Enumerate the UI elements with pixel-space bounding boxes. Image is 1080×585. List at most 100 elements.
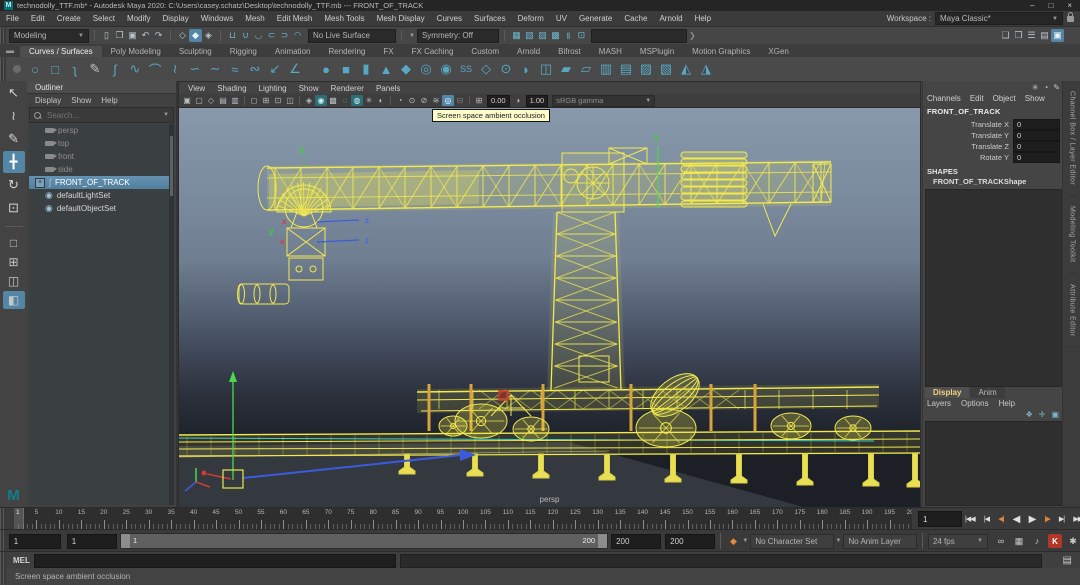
outliner-item-side[interactable]: side: [29, 163, 174, 176]
nurbs-circle-icon[interactable]: ○: [25, 59, 45, 79]
range-start-handle[interactable]: [121, 534, 130, 548]
viewport-menu-show[interactable]: Show: [294, 84, 324, 93]
resolution-gate-icon[interactable]: ⊡: [272, 95, 284, 106]
menu-windows[interactable]: Windows: [195, 14, 239, 23]
shadows-icon[interactable]: ◐: [375, 95, 387, 106]
menu-file[interactable]: File: [0, 14, 25, 23]
untrim-icon[interactable]: ▨: [636, 59, 656, 79]
mute-audio-icon[interactable]: ♪: [1030, 534, 1044, 548]
play-backwards-button[interactable]: ◀: [1013, 514, 1020, 525]
new-layer-selected-icon[interactable]: ✛: [1039, 410, 1046, 419]
textured-icon[interactable]: ▩: [327, 95, 339, 106]
field-expand-icon[interactable]: ❯: [689, 31, 696, 40]
ipr-render-icon[interactable]: ▩: [549, 29, 562, 42]
outliner-scrollbar[interactable]: [169, 124, 174, 505]
menu-help[interactable]: Help: [689, 14, 717, 23]
film-gate-icon[interactable]: ◫: [284, 95, 296, 106]
use-default-material-icon[interactable]: ◌: [339, 95, 351, 106]
help-line-grip[interactable]: [0, 568, 6, 585]
outliner-item-defaultlightset[interactable]: ◉defaultLightSet: [29, 189, 174, 202]
menu-modify[interactable]: Modify: [121, 14, 157, 23]
outliner-item-front[interactable]: front: [29, 150, 174, 163]
layer-menu-help[interactable]: Help: [999, 399, 1015, 408]
channel-attr-value[interactable]: 0: [1013, 130, 1060, 141]
step-back-key-button[interactable]: ◀|: [998, 515, 1003, 523]
shape-node-name[interactable]: FRONT_OF_TRACKShape: [933, 177, 1026, 186]
script-editor-icon[interactable]: ▤: [1063, 555, 1072, 566]
polygon-plane-icon[interactable]: ◆: [396, 59, 416, 79]
polygon-torus-icon[interactable]: ◎: [416, 59, 436, 79]
move-layer-icon[interactable]: ▣: [1051, 410, 1059, 419]
polygon-cone-icon[interactable]: ▲: [376, 59, 396, 79]
playback-start-field[interactable]: 1: [67, 534, 117, 549]
shelf-tab-xgen[interactable]: XGen: [759, 46, 797, 57]
lighting-icon[interactable]: ✳: [363, 95, 375, 106]
maximize-button[interactable]: □: [1048, 1, 1053, 10]
command-line-grip[interactable]: [0, 552, 6, 569]
clip-icon[interactable]: ▦: [1012, 534, 1026, 548]
channel-menu-object[interactable]: Object: [993, 94, 1016, 103]
pause-icon[interactable]: ‖: [562, 29, 575, 42]
menu-uv[interactable]: UV: [550, 14, 573, 23]
viewport-menu-renderer[interactable]: Renderer: [326, 84, 369, 93]
planar-icon[interactable]: ◗: [516, 59, 536, 79]
viewport-menu-shading[interactable]: Shading: [212, 84, 251, 93]
fog-icon[interactable]: ≋: [430, 95, 442, 106]
field-chart-icon[interactable]: ⊞: [260, 95, 272, 106]
outliner-item-top[interactable]: top: [29, 137, 174, 150]
set-key-icon[interactable]: ◆: [726, 534, 740, 548]
snap-point-icon[interactable]: ◡: [252, 29, 265, 42]
channel-channel-speed-icon[interactable]: ◔: [1043, 83, 1048, 92]
birail-icon[interactable]: ▰: [556, 59, 576, 79]
status-line-grip[interactable]: [0, 27, 6, 44]
three-point-arc-icon[interactable]: ⌒: [145, 59, 165, 79]
step-forward-key-button[interactable]: |▶: [1045, 515, 1050, 523]
outliner-menu-help[interactable]: Help: [101, 96, 117, 105]
layer-menu-options[interactable]: Options: [961, 399, 989, 408]
extend-curve-icon[interactable]: ≈: [225, 59, 245, 79]
channel-channel-stats-icon[interactable]: ✳: [1032, 83, 1039, 92]
polygon-cube-icon[interactable]: ■: [336, 59, 356, 79]
select-component-icon[interactable]: ◈: [202, 29, 215, 42]
menu-display[interactable]: Display: [157, 14, 195, 23]
revolve-icon[interactable]: ◇: [476, 59, 496, 79]
shelf-grip[interactable]: [0, 57, 6, 81]
menu-mesh-display[interactable]: Mesh Display: [371, 14, 431, 23]
stitch-icon[interactable]: ◮: [696, 59, 716, 79]
go-to-start-button[interactable]: |◀◀: [965, 515, 975, 523]
open-scene-icon[interactable]: ❐: [113, 29, 126, 42]
snap-view-plane-icon[interactable]: ⊃: [278, 29, 291, 42]
select-tool-box-icon[interactable]: ⊡: [575, 29, 588, 42]
lock-camera-icon[interactable]: ▢: [193, 95, 205, 106]
menu-mesh[interactable]: Mesh: [239, 14, 271, 23]
outliner-search[interactable]: ▼: [29, 107, 174, 123]
channel-menu-show[interactable]: Show: [1025, 94, 1045, 103]
shelf-menu-icon[interactable]: ▬: [6, 46, 14, 55]
viewport-menu-lighting[interactable]: Lighting: [254, 84, 292, 93]
live-surface-field[interactable]: No Live Surface: [308, 29, 396, 43]
camera-attributes-icon[interactable]: ◇: [205, 95, 217, 106]
single-pane-layout[interactable]: □: [3, 234, 25, 252]
bevel-plus-icon[interactable]: ▱: [576, 59, 596, 79]
new-empty-layer-icon[interactable]: ❖: [1026, 410, 1033, 419]
menu-curves[interactable]: Curves: [431, 14, 468, 23]
shelf-tab-msplugin[interactable]: MSPlugin: [631, 46, 683, 57]
workspace-dropdown[interactable]: Maya Classic*▼: [935, 12, 1063, 25]
outliner-menu-display[interactable]: Display: [35, 96, 61, 105]
multisample-icon[interactable]: ⊞: [473, 95, 485, 106]
select-hierarchy-icon[interactable]: ◇: [176, 29, 189, 42]
menu-edit-mesh[interactable]: Edit Mesh: [271, 14, 319, 23]
menu-mesh-tools[interactable]: Mesh Tools: [318, 14, 370, 23]
menu-set-dropdown[interactable]: Modeling▼: [9, 29, 89, 43]
range-slider-grip[interactable]: [0, 530, 6, 552]
make-live-icon[interactable]: ◠: [291, 29, 304, 42]
viewport-content[interactable]: y y y x x z z: [179, 108, 920, 507]
exposure-field[interactable]: 0.00: [487, 95, 510, 107]
image-plane-icon[interactable]: ▥: [229, 95, 241, 106]
menu-deform[interactable]: Deform: [512, 14, 550, 23]
dock-tab-modeling-toolkit[interactable]: Modeling Toolkit: [1069, 196, 1076, 273]
render-frame-icon[interactable]: ▨: [536, 29, 549, 42]
gate-mask-icon[interactable]: ◻: [248, 95, 260, 106]
menu-generate[interactable]: Generate: [573, 14, 618, 23]
playback-end-field[interactable]: 200: [611, 534, 661, 549]
